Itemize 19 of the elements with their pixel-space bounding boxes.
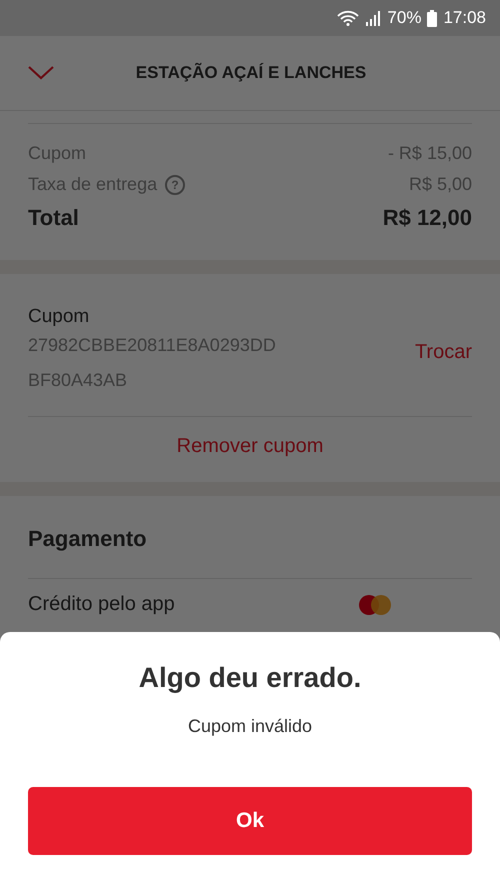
remove-coupon-link[interactable]: Remover cupom (176, 435, 324, 458)
payment-title: Pagamento (28, 525, 148, 553)
wifi-icon (337, 10, 360, 26)
battery-percent: 70% (387, 8, 422, 28)
dialog-message: Cupom inválido (188, 716, 312, 737)
store-title: ESTAÇÃO AÇAÍ E LANCHES (134, 63, 368, 83)
payment-method: Crédito pelo app (28, 593, 175, 616)
dialog-title: Algo deu errado. (138, 662, 362, 694)
coupon-title: Cupom (28, 306, 90, 328)
change-link[interactable]: Trocar (414, 340, 472, 364)
ok-button[interactable]: Ok (28, 787, 472, 855)
battery-icon (427, 10, 438, 26)
summary-value: R$ 12,00 (382, 205, 472, 231)
signal-icon (365, 10, 382, 26)
chevron-down-icon[interactable] (28, 66, 54, 80)
summary-label: Total (28, 205, 79, 231)
help-icon[interactable]: ? (165, 174, 186, 194)
card-logo-icon (358, 594, 392, 616)
clock-time: 17:08 (443, 8, 486, 28)
